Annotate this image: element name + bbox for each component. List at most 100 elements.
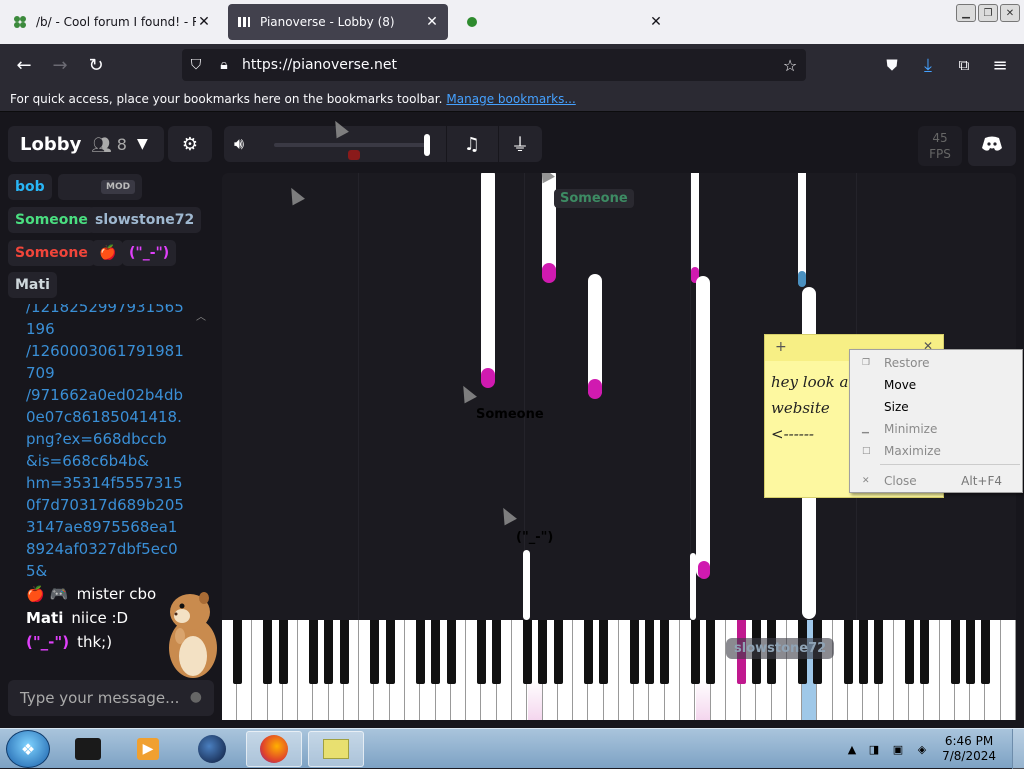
show-hidden-icons-icon[interactable]: ▲ [844,741,860,757]
chat-link-line[interactable]: /971662a0ed02b4db0e07c86185041418.png?ex… [8,384,186,450]
black-key[interactable] [645,620,655,684]
black-key[interactable] [446,620,456,684]
user-badge[interactable]: ("_-") [122,240,177,266]
network-icon[interactable]: ◨ [866,741,882,757]
black-key[interactable] [843,620,853,684]
chat-link-line[interactable]: hm=35314f55573150f7d70317d689b2053147ae8… [8,472,186,582]
show-desktop-button[interactable] [1012,729,1024,769]
bookmark-star-icon[interactable]: ☆ [774,56,806,75]
tab-pianoverse[interactable]: Pianoverse - Lobby (8) ✕ [228,4,448,40]
chevron-up-icon[interactable]: ︿ [196,308,206,323]
menu-item-close[interactable]: ✕ Close Alt+F4 [850,470,1022,492]
menu-item-move[interactable]: Move [850,374,1022,396]
menu-item-restore[interactable]: ❐ Restore [850,352,1022,374]
user-badge[interactable]: slowstone72 [88,207,202,233]
pocket-icon[interactable]: ⛊ [880,53,904,77]
shield-icon[interactable]: ⛉ [182,57,210,73]
room-selector[interactable]: Lobby 👥︎ 8 ▼ [8,126,164,162]
close-tab-icon[interactable]: ✕ [196,14,212,30]
menu-icon[interactable]: ≡ [988,53,1012,77]
menu-item-minimize[interactable]: ▁ Minimize [850,418,1022,440]
settings-button[interactable]: ⚙ [168,126,212,162]
black-key[interactable] [691,620,701,684]
black-key[interactable] [660,620,670,684]
downloads-icon[interactable]: ⤓ [916,53,940,77]
black-key[interactable] [370,620,380,684]
black-key[interactable] [232,620,242,684]
chat-link-line[interactable]: /1218252997931565196 [8,304,186,340]
start-button[interactable]: ❖ [6,730,50,768]
volume-icon[interactable]: 🔊︎ [234,134,244,154]
black-key[interactable] [278,620,288,684]
taskbar-item-media-center[interactable] [60,731,116,767]
address-bar[interactable]: ⛉ 🔒︎ https://pianoverse.net ☆ [182,49,806,81]
tab-forum[interactable]: /b/ - Cool forum I found! - Ran ✕ [4,4,220,40]
black-key[interactable] [981,620,991,684]
black-key[interactable] [492,620,502,684]
black-key[interactable] [324,620,334,684]
black-key[interactable] [431,620,441,684]
back-arrow-icon[interactable]: ← [12,53,36,77]
black-key[interactable] [920,620,930,684]
user-badge[interactable]: 🍎 [92,240,124,266]
black-key[interactable] [523,620,532,684]
manage-bookmarks-link[interactable]: Manage bookmarks... [446,92,575,106]
taskbar-item-media-player[interactable]: ▶ [120,731,176,767]
user-badge[interactable]: Someone [8,240,95,266]
chat-bubble-icon[interactable]: ● [190,689,202,705]
plug-icon[interactable]: ⏚ [506,132,534,156]
add-note-icon[interactable]: + [775,339,787,355]
black-key[interactable] [965,620,975,684]
chat-link-line[interactable]: &is=668c6b4b& [8,450,186,472]
taskbar-item-globe[interactable] [184,731,240,767]
black-key[interactable] [263,620,273,684]
restore-window-icon[interactable]: ❐ [978,4,998,22]
close-window-icon[interactable]: ✕ [1000,4,1020,22]
user-badge[interactable]: Mati [8,272,57,298]
taskbar-item-sticky-notes[interactable] [308,731,364,767]
menu-item-maximize[interactable]: □ Maximize [850,440,1022,462]
black-key[interactable] [538,620,548,684]
minimize-window-icon[interactable]: ▁ [956,4,976,22]
extensions-icon[interactable]: ⧉ [952,53,976,77]
close-tab-icon[interactable]: ✕ [648,14,664,30]
black-key[interactable] [874,620,884,684]
piano-keyboard[interactable] [222,620,1016,720]
chat-link-line[interactable]: /1260003061791981709 [8,340,186,384]
black-key[interactable] [629,620,639,684]
volume-slider-handle[interactable] [424,134,430,156]
chat-author[interactable]: Mati [26,609,63,627]
chat-author[interactable]: 🍎 🎮 [26,585,69,603]
black-key[interactable] [706,620,716,684]
music-note-icon[interactable]: ♫ [458,132,486,156]
black-key[interactable] [309,620,319,684]
black-key[interactable] [339,620,349,684]
black-key[interactable] [416,620,426,684]
volume-slider[interactable] [274,143,430,147]
user-badge[interactable]: Someone [8,207,95,233]
black-key[interactable] [599,620,609,684]
black-key[interactable] [553,620,563,684]
user-badge[interactable]: bob [8,174,52,200]
volume-icon[interactable]: ◈ [914,741,930,757]
black-key[interactable] [904,620,914,684]
black-key[interactable] [385,620,395,684]
forward-arrow-icon[interactable]: → [48,53,72,77]
taskbar-item-firefox[interactable] [246,731,302,767]
message-input[interactable]: Type your message... ● [8,680,214,716]
reload-icon[interactable]: ↻ [84,53,108,77]
close-tab-icon[interactable]: ✕ [424,14,440,30]
black-key[interactable] [477,620,487,684]
clock[interactable]: 6:46 PM 7/8/2024 [942,734,996,764]
url-text[interactable]: https://pianoverse.net [242,57,774,73]
black-key[interactable] [950,620,960,684]
white-key[interactable] [1001,620,1016,720]
action-center-icon[interactable]: ▣ [890,741,906,757]
black-key[interactable] [584,620,594,684]
tab-third[interactable]: ✕ [456,4,672,40]
discord-button[interactable] [968,126,1016,166]
lock-icon[interactable]: 🔒︎ [210,57,238,73]
menu-item-size[interactable]: Size [850,396,1022,418]
chat-author[interactable]: ("_-") [26,633,69,651]
user-badge[interactable]: MOD [58,174,143,200]
